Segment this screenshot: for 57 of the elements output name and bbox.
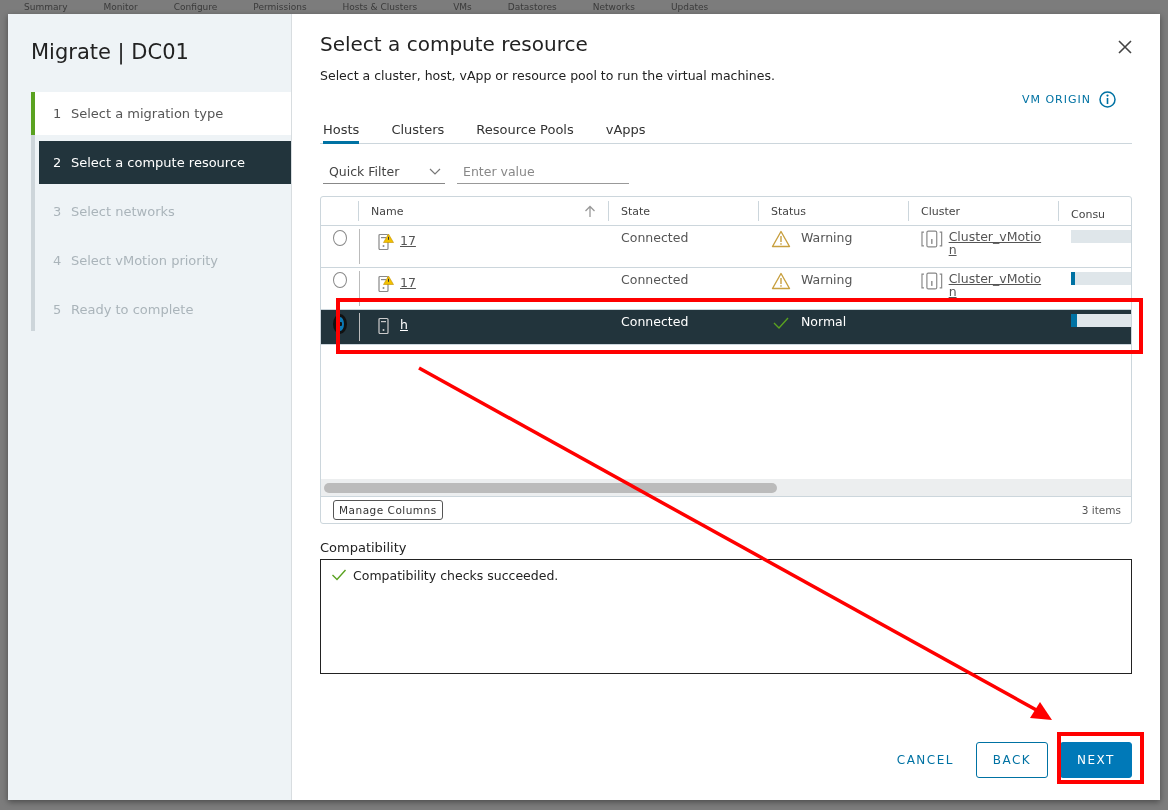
background-tab-label: Monitor [103, 1, 138, 13]
background-tab-label: Datastores [507, 1, 557, 13]
back-button[interactable]: BACK [976, 742, 1048, 778]
background-tab-label: VMs [453, 1, 472, 13]
column-header[interactable]: Name [371, 204, 404, 218]
quick-filter-dropdown[interactable]: Quick Filter [323, 160, 445, 184]
sort-ascending-icon[interactable] [584, 204, 596, 218]
item-count: 3 items [1081, 504, 1121, 516]
compatibility-label: Compatibility [320, 540, 408, 555]
radio-button[interactable] [333, 230, 347, 246]
table-row[interactable]: 17 Connected Warning Cluster_vMotion [321, 226, 1131, 268]
wizard-step[interactable]: 1 Select a migration type [31, 92, 291, 135]
cancel-button[interactable]: CANCEL [886, 742, 964, 778]
status-text: Warning [801, 272, 853, 287]
column-header[interactable]: State [621, 204, 651, 218]
background-tab-label: Configure [173, 1, 218, 13]
consumed-meter [1071, 272, 1131, 285]
background-tab-label: Networks [592, 1, 635, 13]
info-icon[interactable] [1099, 91, 1116, 108]
tab[interactable]: vApps [605, 118, 646, 143]
host-link[interactable]: 17 [400, 275, 416, 290]
tab[interactable]: Resource Pools [476, 118, 574, 143]
column-header[interactable]: Consu [1071, 207, 1106, 221]
consumed-meter [1071, 314, 1131, 327]
status-text: Normal [801, 314, 847, 329]
page-heading: Select a compute resource [320, 32, 588, 56]
dialog-title: Migrate | DC01 [31, 40, 190, 64]
background-tab-label: Updates [671, 1, 709, 13]
cluster-icon [921, 230, 943, 248]
cluster-link[interactable]: Cluster_vMotion [948, 272, 1047, 298]
manage-columns-button[interactable]: Manage Columns [333, 500, 443, 520]
cluster-link[interactable]: Cluster_vMotion [948, 230, 1047, 256]
host-link[interactable]: h [400, 317, 408, 332]
next-button[interactable]: NEXT [1060, 742, 1132, 778]
caret-icon [429, 167, 441, 176]
vm-origin-link[interactable]: VM ORIGIN [1021, 93, 1091, 106]
compatibility-message: Compatibility checks succeeded. [353, 568, 559, 583]
subtitle: Select a cluster, host, vApp or resource pool to run the virtual machines. [320, 68, 776, 83]
cluster-icon [921, 272, 943, 290]
wizard-step[interactable]: 2 Select a compute resource [39, 141, 291, 184]
host-link[interactable]: 17 [400, 233, 416, 248]
background-tab-label: Hosts & Clusters [342, 1, 418, 13]
background-tab-label: Summary [24, 1, 68, 13]
tab[interactable]: Hosts [323, 118, 360, 144]
column-header[interactable]: Status [771, 204, 807, 218]
close-icon[interactable] [1118, 40, 1132, 54]
tab[interactable]: Clusters [391, 118, 445, 143]
state-text: Connected [621, 272, 689, 287]
state-text: Connected [621, 230, 689, 245]
state-text: Connected [621, 314, 689, 329]
status-text: Warning [801, 230, 853, 245]
column-header[interactable]: Cluster [921, 204, 961, 218]
background-tab-label: Permissions [253, 1, 307, 13]
radio-button[interactable] [333, 272, 347, 288]
consumed-meter [1071, 230, 1131, 243]
scrollbar-thumb[interactable] [324, 482, 777, 493]
check-icon [331, 568, 347, 582]
